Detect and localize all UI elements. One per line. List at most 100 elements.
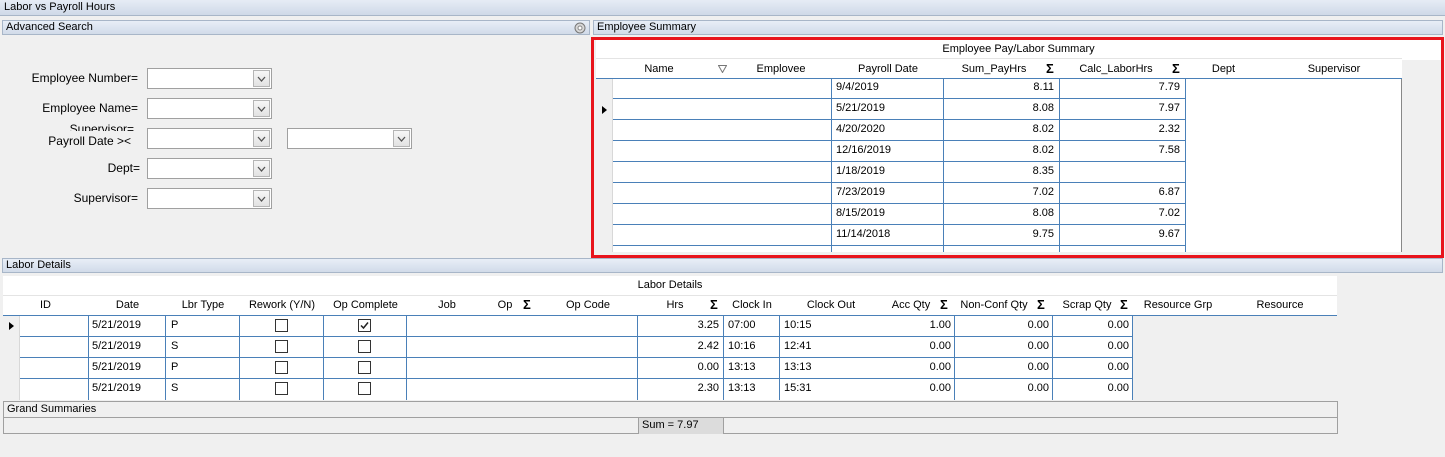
column-divider [1059, 79, 1060, 252]
col-header-payroll-date[interactable]: Payroll Date [832, 60, 944, 78]
col-header-rework[interactable]: Rework (Y/N) [240, 296, 324, 314]
col-header-name[interactable]: Name [614, 60, 704, 78]
col-header-acc-qty[interactable]: Acc Qty [882, 296, 940, 314]
col-header-dept[interactable]: Dept [1186, 60, 1261, 78]
lbr-type-cell: P [171, 361, 179, 373]
sigma-icon[interactable]: Σ [710, 296, 718, 314]
op-complete-checkbox[interactable] [358, 361, 371, 374]
calc-laborhrs-cell: 6.87 [1158, 186, 1180, 198]
clock-out-cell: 10:15 [784, 319, 812, 331]
payroll-date-cell: 9/4/2019 [836, 81, 879, 93]
chevron-down-icon[interactable] [253, 100, 270, 117]
col-header-job[interactable]: Job [407, 296, 487, 314]
col-header-employee[interactable]: Emplovee [731, 60, 831, 78]
hrs-sum-cell: Sum = 7.97 [638, 418, 724, 434]
non-conf-qty-cell: 0.00 [1027, 361, 1049, 373]
col-header-scrap-qty[interactable]: Scrap Qty [1053, 296, 1121, 314]
chevron-down-icon[interactable] [253, 160, 270, 177]
non-conf-qty-cell: 0.00 [1027, 319, 1049, 331]
sum-payhrs-cell: 8.02 [1032, 144, 1054, 156]
chevron-down-icon[interactable] [253, 190, 270, 207]
supervisor-combo[interactable] [147, 188, 272, 209]
col-header-resource-grp[interactable]: Resource Grp [1134, 296, 1222, 314]
col-header-op-complete[interactable]: Op Complete [324, 296, 407, 314]
sum-payhrs-cell: 8.08 [1032, 207, 1054, 219]
col-header-clock-out[interactable]: Clock Out [780, 296, 882, 314]
op-complete-checkbox[interactable] [358, 340, 371, 353]
payroll-date-cell: 8/15/2019 [836, 207, 885, 219]
employee-number-label: Employee Number= [31, 71, 138, 85]
sum-payhrs-cell: 8.11 [1033, 81, 1054, 93]
clock-out-cell: 15:31 [784, 382, 812, 394]
column-divider [954, 316, 955, 400]
employee-name-label: Employee Name= [42, 101, 138, 115]
row-divider [613, 245, 1185, 246]
payroll-date-cell: 5/21/2019 [836, 102, 885, 114]
col-header-lbr-type[interactable]: Lbr Type [166, 296, 240, 314]
column-divider [239, 316, 240, 400]
col-header-hrs[interactable]: Hrs [639, 296, 711, 314]
sigma-icon[interactable]: Σ [1037, 296, 1045, 314]
rework-checkbox[interactable] [275, 340, 288, 353]
chevron-down-icon[interactable] [253, 70, 270, 87]
sigma-icon[interactable]: Σ [523, 296, 531, 314]
date-cell: 5/21/2019 [92, 319, 141, 331]
advanced-search-title: Advanced Search [6, 21, 93, 33]
supervisor-label: Supervisor= [73, 191, 138, 205]
rework-checkbox[interactable] [275, 319, 288, 332]
sigma-icon[interactable]: Σ [1046, 60, 1054, 78]
lbr-type-cell: S [171, 382, 179, 394]
clock-in-cell: 13:13 [728, 361, 756, 373]
rework-checkbox[interactable] [275, 382, 288, 395]
sigma-icon[interactable]: Σ [1172, 60, 1180, 78]
search-options-icon[interactable] [572, 21, 588, 35]
sum-payhrs-cell: 8.02 [1032, 123, 1054, 135]
non-conf-qty-cell: 0.00 [1027, 340, 1049, 352]
employee-name-combo[interactable] [147, 98, 272, 119]
column-divider [1185, 79, 1186, 252]
col-header-supervisor[interactable]: Supervisor [1264, 60, 1404, 78]
labor-details-title: Labor Details [6, 259, 71, 271]
col-header-sum-payhrs[interactable]: Sum_PayHrs [944, 60, 1044, 78]
chevron-down-icon[interactable] [253, 130, 270, 147]
sum-payhrs-cell: 8.08 [1032, 102, 1054, 114]
acc-qty-cell: 0.00 [929, 361, 951, 373]
sigma-icon[interactable]: Σ [1120, 296, 1128, 314]
col-header-date[interactable]: Date [89, 296, 166, 314]
grand-summaries-panel: Grand Summaries Sum = 7.97 [3, 401, 1338, 434]
employee-number-combo[interactable] [147, 68, 272, 89]
chevron-down-icon[interactable] [393, 130, 410, 147]
row-selector-column[interactable] [596, 79, 613, 252]
column-divider [1401, 79, 1402, 252]
payroll-date-cell: 7/23/2019 [836, 186, 885, 198]
filter-icon[interactable] [717, 64, 728, 76]
op-complete-checkbox[interactable] [358, 319, 371, 332]
clock-in-cell: 07:00 [728, 319, 756, 331]
calc-laborhrs-cell: 7.79 [1158, 81, 1180, 93]
header-divider [596, 58, 1402, 59]
rework-checkbox[interactable] [275, 361, 288, 374]
op-complete-checkbox[interactable] [358, 382, 371, 395]
employee-summary-grid[interactable]: Employee Pay/Labor Summary Name Emplovee… [596, 40, 1441, 252]
grand-summaries-label: Grand Summaries [7, 403, 97, 415]
current-row-indicator-icon [602, 106, 607, 114]
col-header-op-code[interactable]: Op Code [543, 296, 633, 314]
col-header-id[interactable]: ID [23, 296, 68, 314]
column-divider [943, 79, 944, 252]
dept-combo[interactable] [147, 158, 272, 179]
grid-empty-area [1133, 316, 1337, 400]
payroll-date-to-combo[interactable] [287, 128, 412, 149]
payroll-date-cell: 4/20/2020 [836, 123, 885, 135]
sigma-icon[interactable]: Σ [940, 296, 948, 314]
payroll-date-from-combo[interactable] [147, 128, 272, 149]
col-header-non-conf-qty[interactable]: Non-Conf Qty [955, 296, 1033, 314]
column-divider [779, 316, 780, 400]
col-header-clock-in[interactable]: Clock In [724, 296, 780, 314]
col-header-calc-laborhrs[interactable]: Calc_LaborHrs [1061, 60, 1171, 78]
non-conf-qty-cell: 0.00 [1027, 382, 1049, 394]
col-header-op[interactable]: Op [487, 296, 523, 314]
labor-details-grid[interactable]: Labor Details ID Date Lbr Type Rework (Y… [3, 276, 1337, 400]
calc-laborhrs-cell: 7.02 [1158, 207, 1180, 219]
hrs-cell: 2.42 [697, 340, 719, 352]
col-header-resource[interactable]: Resource [1223, 296, 1337, 314]
